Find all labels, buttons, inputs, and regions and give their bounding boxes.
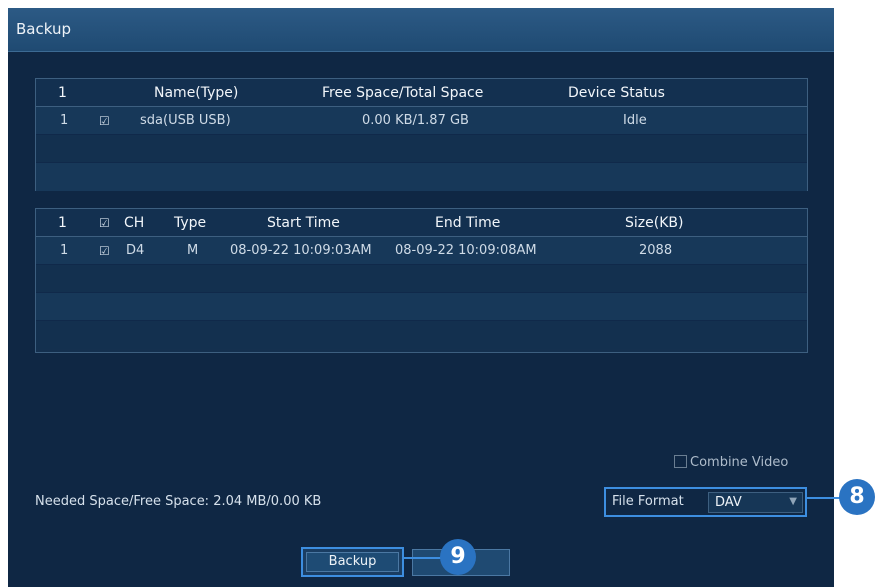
device-row-name: sda(USB USB) (140, 113, 231, 128)
device-header-status: Device Status (568, 85, 665, 101)
file-header-end: End Time (435, 215, 501, 231)
title-bar: Backup (8, 8, 834, 52)
device-row-status: Idle (623, 113, 647, 128)
file-row-checkbox-icon[interactable]: ☑ (99, 245, 111, 257)
file-row-size: 2088 (639, 243, 673, 258)
file-row-empty (36, 265, 807, 293)
file-format-value: DAV (715, 495, 742, 510)
device-row-num: 1 (60, 113, 69, 128)
file-row-type: M (187, 243, 199, 258)
file-row[interactable]: 1 ☑ D4 M 08-09-22 10:09:03AM 08-09-22 10… (36, 237, 807, 265)
needed-space-text: Needed Space/Free Space: 2.04 MB/0.00 KB (35, 494, 322, 509)
file-header-checkbox-icon[interactable]: ☑ (99, 217, 111, 229)
device-table-header: 1 Name(Type) Free Space/Total Space Devi… (36, 79, 807, 107)
file-row-empty (36, 293, 807, 321)
file-format-field: File Format DAV ▼ (604, 487, 807, 517)
device-row-empty (36, 163, 807, 191)
device-header-count: 1 (58, 85, 67, 101)
device-row-space: 0.00 KB/1.87 GB (362, 113, 469, 128)
combine-video-checkbox[interactable]: Combine Video (674, 455, 788, 470)
device-row[interactable]: 1 ☑ sda(USB USB) 0.00 KB/1.87 GB Idle (36, 107, 807, 135)
device-row-checkbox-icon[interactable]: ☑ (99, 115, 111, 127)
device-header-space: Free Space/Total Space (322, 85, 484, 101)
device-table: 1 Name(Type) Free Space/Total Space Devi… (35, 78, 808, 191)
file-format-label: File Format (612, 494, 684, 509)
file-header-count: 1 (58, 215, 67, 231)
backup-window: Backup 1 Name(Type) Free Space/Total Spa… (8, 8, 834, 587)
file-row-ch: D4 (126, 243, 145, 258)
file-row-num: 1 (60, 243, 69, 258)
chevron-down-icon: ▼ (789, 496, 797, 507)
combine-video-label: Combine Video (690, 455, 789, 470)
backup-button-highlight: Backup (301, 547, 404, 577)
file-row-end: 08-09-22 10:09:08AM (395, 243, 537, 258)
file-format-select[interactable]: DAV ▼ (708, 492, 803, 513)
window-title: Backup (16, 20, 71, 38)
file-header-type: Type (174, 215, 207, 231)
file-header-start: Start Time (267, 215, 340, 231)
checkbox-icon[interactable] (674, 455, 687, 468)
backup-button[interactable]: Backup (306, 552, 399, 572)
device-row-empty (36, 135, 807, 163)
file-header-size: Size(KB) (625, 215, 684, 231)
callout-badge-9: 9 (440, 539, 476, 575)
callout-badge-8: 8 (839, 479, 875, 515)
file-row-start: 08-09-22 10:09:03AM (230, 243, 372, 258)
file-table: 1 ☑ CH Type Start Time End Time Size(KB)… (35, 208, 808, 353)
file-row-empty (36, 321, 807, 349)
callout-line-8 (807, 497, 841, 499)
callout-line-9 (404, 557, 444, 559)
file-table-header: 1 ☑ CH Type Start Time End Time Size(KB) (36, 209, 807, 237)
device-header-name: Name(Type) (154, 85, 239, 101)
file-header-ch: CH (124, 215, 145, 231)
